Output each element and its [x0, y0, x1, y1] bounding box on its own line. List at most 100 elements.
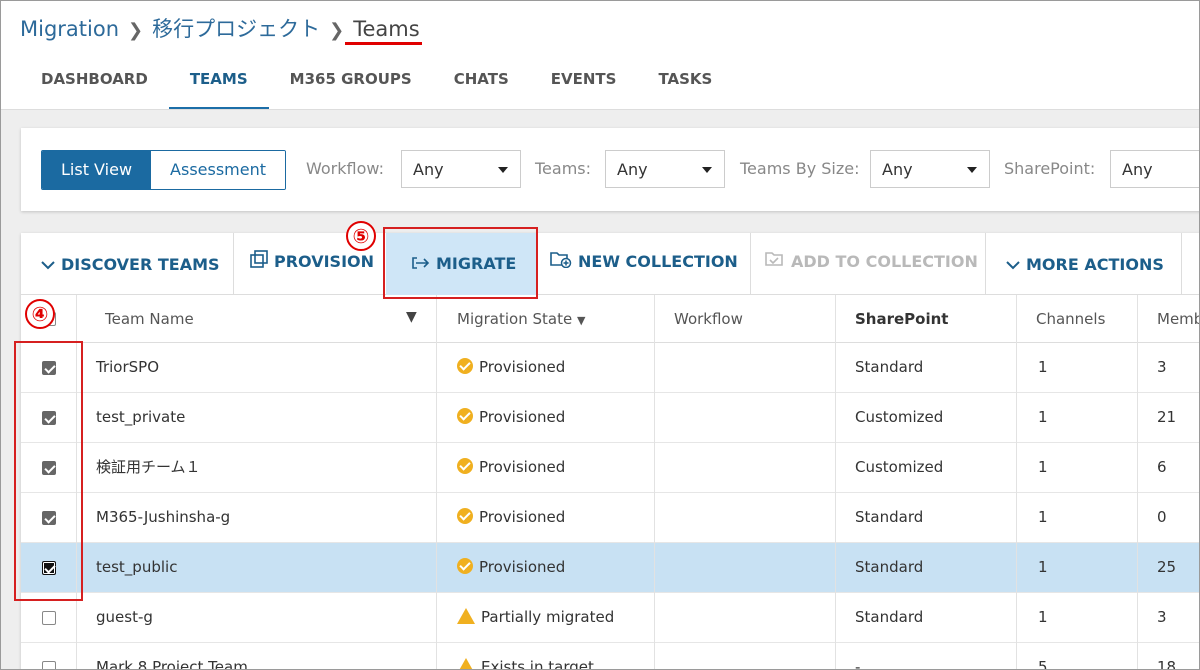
- table-row[interactable]: guest-g Partially migrated Standard 1 3: [21, 593, 1199, 659]
- tab-events[interactable]: EVENTS: [530, 57, 638, 110]
- table-row[interactable]: test_public Provisioned Standard 1 25: [21, 543, 1199, 593]
- column-divider: [654, 295, 655, 669]
- sharepoint-filter-label: SharePoint:: [1004, 159, 1096, 178]
- table-row[interactable]: M365-Jushinsha-g Provisioned Standard 1 0: [21, 493, 1199, 543]
- cell-channels: 1: [1038, 558, 1048, 576]
- warning-icon: [457, 608, 475, 659]
- chevron-down-icon: [1006, 255, 1020, 274]
- app-window: Migration ❯ 移行プロジェクト ❯ Teams DASHBOARD TEAMS…: [0, 0, 1200, 670]
- filter-bar: List View Assessment Workflow: Any Teams…: [21, 128, 1199, 211]
- annotation-step-4: ④: [25, 299, 55, 329]
- cell-sharepoint: Standard: [855, 558, 924, 576]
- cell-channels: 1: [1038, 458, 1048, 476]
- row-checkbox[interactable]: [42, 611, 56, 625]
- filter-icon[interactable]: ▼: [406, 293, 417, 341]
- column-header-workflow[interactable]: Workflow: [674, 295, 743, 343]
- divider: [985, 233, 986, 295]
- row-checkbox[interactable]: [42, 661, 56, 669]
- more-actions-label: MORE ACTIONS: [1026, 254, 1164, 274]
- cell-channels: 1: [1038, 408, 1048, 426]
- tab-teams[interactable]: TEAMS: [168, 57, 269, 110]
- cell-members: 3: [1157, 358, 1167, 376]
- cell-team-name[interactable]: Mark 8 Project Team: [96, 643, 248, 669]
- breadcrumb-current: Teams: [353, 17, 420, 41]
- column-header-sharepoint[interactable]: SharePoint: [855, 295, 948, 343]
- view-toggle: List View Assessment: [41, 150, 287, 190]
- status-ok-icon: [457, 408, 473, 424]
- breadcrumb-project[interactable]: 移行プロジェクト: [152, 17, 320, 41]
- cell-migration-state-text: Provisioned: [479, 558, 566, 576]
- sharepoint-filter-select[interactable]: Any: [1110, 150, 1199, 188]
- more-actions-button[interactable]: MORE ACTIONS: [1006, 233, 1164, 295]
- cell-members: 3: [1157, 608, 1167, 626]
- teams-by-size-filter-select[interactable]: Any: [870, 150, 990, 188]
- folder-check-icon: [765, 250, 785, 272]
- discover-teams-label: DISCOVER TEAMS: [61, 254, 220, 274]
- workflow-filter-label: Workflow:: [306, 159, 384, 178]
- caret-down-icon: [967, 167, 977, 173]
- cell-team-name[interactable]: test_public: [96, 543, 177, 593]
- column-divider: [835, 295, 836, 669]
- cell-channels: 1: [1038, 358, 1048, 376]
- cell-sharepoint: Standard: [855, 508, 924, 526]
- list-view-button[interactable]: List View: [42, 151, 152, 189]
- cell-channels: 1: [1038, 608, 1048, 626]
- cell-migration-state-text: Partially migrated: [481, 608, 615, 626]
- teams-filter-value: Any: [617, 160, 648, 179]
- action-toolbar: DISCOVER TEAMS PROVISION MIGRATE NEW COL…: [21, 230, 1199, 295]
- column-header-team-name[interactable]: Team Name: [105, 295, 194, 343]
- table-row[interactable]: TriorSPO Provisioned Standard 1 3: [21, 343, 1199, 393]
- column-header-channels[interactable]: Channels: [1036, 295, 1105, 343]
- cell-migration-state: Provisioned: [457, 443, 565, 493]
- cell-team-name[interactable]: guest-g: [96, 593, 153, 643]
- assessment-button[interactable]: Assessment: [151, 151, 286, 189]
- column-header-members[interactable]: Memb: [1157, 295, 1199, 343]
- workflow-filter-select[interactable]: Any: [401, 150, 521, 188]
- cell-migration-state: Provisioned: [457, 543, 565, 593]
- cell-team-name[interactable]: TriorSPO: [96, 343, 159, 393]
- cell-sharepoint: Customized: [855, 458, 944, 476]
- cell-sharepoint: Standard: [855, 608, 924, 626]
- teams-filter-select[interactable]: Any: [605, 150, 725, 188]
- table-row[interactable]: Mark 8 Project Team Exists in target - 5 18: [21, 643, 1199, 670]
- column-divider: [1137, 295, 1138, 669]
- provision-label: PROVISION: [274, 251, 375, 271]
- cell-migration-state: Partially migrated: [457, 593, 615, 659]
- caret-down-icon: [498, 167, 508, 173]
- table-row[interactable]: test_private Provisioned Customized 1 21: [21, 393, 1199, 443]
- provision-icon: [250, 250, 268, 272]
- tab-m365-groups[interactable]: M365 GROUPS: [269, 57, 433, 110]
- cell-channels: 5: [1038, 658, 1048, 670]
- sort-desc-icon: ▼: [576, 314, 586, 327]
- add-to-collection-button[interactable]: ADD TO COLLECTION: [765, 230, 978, 292]
- cell-team-name[interactable]: M365-Jushinsha-g: [96, 493, 230, 543]
- status-ok-icon: [457, 458, 473, 474]
- cell-members: 6: [1157, 458, 1167, 476]
- teams-grid-panel: DISCOVER TEAMS PROVISION MIGRATE NEW COL…: [21, 230, 1199, 670]
- cell-sharepoint: -: [855, 658, 861, 670]
- annotation-underline: [345, 42, 422, 45]
- tab-tasks[interactable]: TASKS: [637, 57, 733, 110]
- cell-migration-state: Provisioned: [457, 493, 565, 543]
- tab-chats[interactable]: CHATS: [433, 57, 530, 110]
- table-row[interactable]: 検証用チーム１ Provisioned Customized 1 6: [21, 443, 1199, 493]
- breadcrumb-migration[interactable]: Migration: [20, 17, 119, 41]
- cell-members: 18: [1157, 658, 1177, 670]
- column-header-migration-state[interactable]: Migration State ▼: [457, 295, 585, 343]
- teams-filter-label: Teams:: [535, 159, 592, 178]
- tab-dashboard[interactable]: DASHBOARD: [20, 57, 169, 110]
- new-collection-button[interactable]: NEW COLLECTION: [550, 230, 738, 292]
- divider: [750, 233, 751, 295]
- new-collection-label: NEW COLLECTION: [578, 251, 738, 271]
- add-to-collection-label: ADD TO COLLECTION: [791, 251, 978, 271]
- cell-sharepoint: Customized: [855, 408, 944, 426]
- chevron-right-icon: ❯: [128, 20, 144, 41]
- warning-icon: [457, 658, 475, 669]
- tab-bar: DASHBOARD TEAMS M365 GROUPS CHATS EVENTS…: [20, 57, 733, 110]
- divider: [1181, 233, 1182, 295]
- column-divider: [436, 295, 437, 669]
- caret-down-icon: [702, 167, 712, 173]
- cell-team-name[interactable]: 検証用チーム１: [96, 443, 201, 493]
- cell-team-name[interactable]: test_private: [96, 393, 185, 443]
- discover-teams-button[interactable]: DISCOVER TEAMS: [41, 233, 220, 295]
